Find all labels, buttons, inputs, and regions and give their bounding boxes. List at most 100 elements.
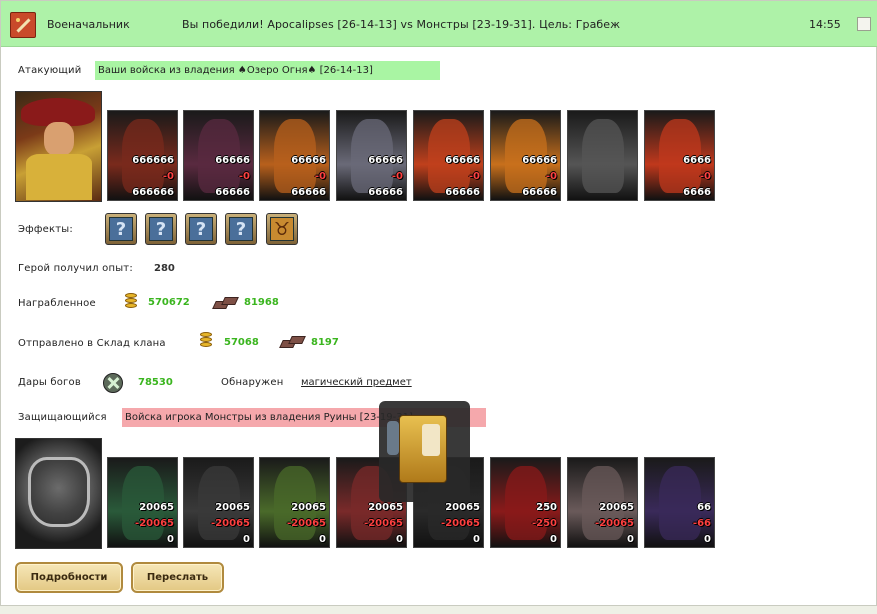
battle-report-window: Военачальник Вы победили! Apocalipses [2…	[0, 0, 877, 606]
attacker-label: Атакующий	[18, 65, 82, 76]
forward-button[interactable]: Переслать	[131, 562, 224, 593]
unit-left: 6666	[683, 187, 711, 198]
unit-lost: -20065	[364, 518, 403, 529]
attacker-hero-portrait[interactable]	[15, 91, 102, 202]
attacker-unit-slot[interactable]: 66666 -0 66666	[413, 110, 484, 201]
unit-count: 66666	[445, 155, 480, 166]
unit-lost: -20065	[211, 518, 250, 529]
effects-label: Эффекты:	[18, 224, 73, 235]
unknown-effect-icon: ?	[189, 217, 213, 241]
unit-left: 66666	[368, 187, 403, 198]
gold-icon	[198, 332, 214, 352]
effect-slot[interactable]: ?	[225, 213, 257, 245]
unit-count: 66666	[291, 155, 326, 166]
unit-left: 666666	[132, 187, 174, 198]
defender-label: Защищающийся	[18, 412, 107, 423]
gods-gift-icon	[103, 373, 123, 393]
sword-icon	[10, 12, 36, 38]
unit-lost: -20065	[595, 518, 634, 529]
unit-lost: -20065	[135, 518, 174, 529]
unit-count: 666666	[132, 155, 174, 166]
attacker-unit-slot[interactable]	[567, 110, 638, 201]
battle-time: 14:55	[809, 18, 841, 31]
unknown-effect-icon: ?	[149, 217, 173, 241]
loot-gold-value: 570672	[148, 297, 190, 308]
unit-lost: -0	[162, 171, 174, 182]
gifts-label: Дары богов	[18, 377, 81, 388]
unit-left: 0	[243, 534, 250, 545]
unit-left: 66666	[445, 187, 480, 198]
effect-slot[interactable]: ?	[105, 213, 137, 245]
defender-unit-slot[interactable]: 250 -250 0	[490, 457, 561, 548]
report-header: Военачальник Вы победили! Apocalipses [2…	[1, 1, 877, 47]
gifts-value: 78530	[138, 377, 173, 388]
knight-figure-icon	[387, 421, 399, 455]
clan-ore-value: 8197	[311, 337, 339, 348]
unit-left: 0	[319, 534, 326, 545]
attacker-unit-slot[interactable]: 66666 -0 66666	[259, 110, 330, 201]
clan-storage-label: Отправлено в Склад клана	[18, 338, 166, 349]
defender-unit-slot[interactable]: 20065 -20065 0	[259, 457, 330, 548]
unit-count: 6666	[683, 155, 711, 166]
unit-left: 0	[167, 534, 174, 545]
defender-unit-slot[interactable]: 66 -66 0	[644, 457, 715, 548]
unit-lost: -250	[531, 518, 557, 529]
attacker-unit-slot[interactable]: 66666 -0 66666	[183, 110, 254, 201]
unit-lost: -0	[468, 171, 480, 182]
attacker-unit-slot[interactable]: 66666 -0 66666	[490, 110, 561, 201]
effect-slot[interactable]: ?	[145, 213, 177, 245]
attacker-unit-slot[interactable]: 666666 -0 666666	[107, 110, 178, 201]
unit-lost: -20065	[441, 518, 480, 529]
creature-icon	[582, 119, 624, 193]
unit-lost: -0	[545, 171, 557, 182]
unit-left: 66666	[291, 187, 326, 198]
loot-ore-value: 81968	[244, 297, 279, 308]
ore-icon	[278, 334, 308, 350]
unit-left: 0	[473, 534, 480, 545]
unit-count: 20065	[445, 502, 480, 513]
unit-lost: -20065	[287, 518, 326, 529]
found-label: Обнаружен	[221, 377, 284, 388]
header-role: Военачальник	[47, 18, 130, 31]
details-button[interactable]: Подробности	[15, 562, 123, 593]
unit-count: 20065	[599, 502, 634, 513]
effect-slot[interactable]: ?	[185, 213, 217, 245]
defender-hero-portrait[interactable]	[15, 438, 102, 549]
clan-gold-value: 57068	[224, 337, 259, 348]
unit-lost: -66	[692, 518, 711, 529]
unit-count: 20065	[368, 502, 403, 513]
loot-label: Награбленное	[18, 298, 96, 309]
unit-count: 20065	[291, 502, 326, 513]
unit-count: 66	[697, 502, 711, 513]
effect-slot[interactable]: ♉	[266, 213, 298, 245]
defender-unit-slot[interactable]: 20065 -20065 0	[107, 457, 178, 548]
experience-value: 280	[154, 263, 175, 274]
unknown-effect-icon: ?	[229, 217, 253, 241]
unit-lost: -0	[238, 171, 250, 182]
defender-unit-slot[interactable]: 20065 -20065 0	[183, 457, 254, 548]
unit-lost: -0	[314, 171, 326, 182]
ore-icon	[211, 295, 241, 311]
unit-count: 20065	[139, 502, 174, 513]
attacker-unit-slot[interactable]: 66666 -0 66666	[336, 110, 407, 201]
item-tooltip	[379, 401, 470, 502]
unit-left: 0	[396, 534, 403, 545]
unit-count: 66666	[522, 155, 557, 166]
unit-count: 66666	[215, 155, 250, 166]
unit-lost: -0	[391, 171, 403, 182]
unknown-effect-icon: ?	[109, 217, 133, 241]
found-item-link[interactable]: магический предмет	[301, 377, 412, 388]
magic-scroll-icon	[399, 415, 447, 483]
select-checkbox[interactable]	[857, 17, 871, 31]
unit-left: 0	[627, 534, 634, 545]
attacker-unit-slot[interactable]: 6666 -0 6666	[644, 110, 715, 201]
unit-left: 0	[704, 534, 711, 545]
beast-effect-icon: ♉	[270, 217, 294, 241]
defender-unit-slot[interactable]: 20065 -20065 0	[567, 457, 638, 548]
unit-left: 66666	[215, 187, 250, 198]
battle-result-title: Вы победили! Apocalipses [26-14-13] vs М…	[182, 18, 621, 31]
unit-left: 66666	[522, 187, 557, 198]
unit-count: 20065	[215, 502, 250, 513]
unit-count: 66666	[368, 155, 403, 166]
gold-icon	[123, 293, 139, 313]
